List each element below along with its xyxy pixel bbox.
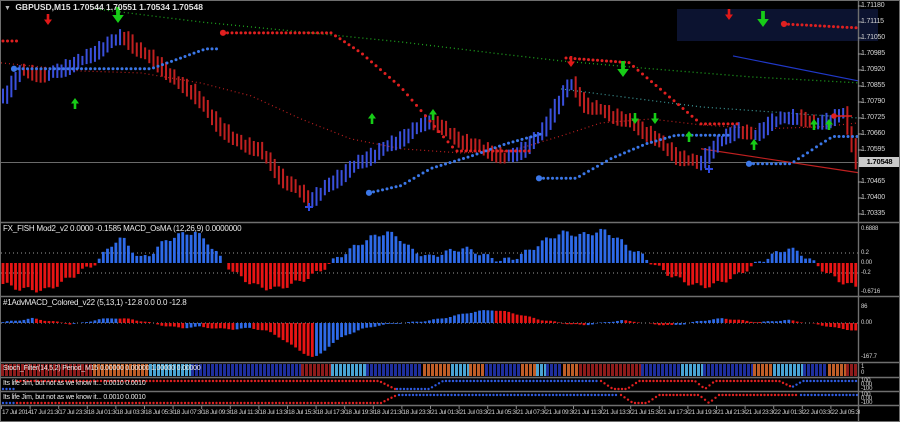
chart-canvas[interactable] xyxy=(1,1,900,422)
mt4-chart-window: ▼ GBPUSD,M15 1.70544 1.70551 1.70534 1.7… xyxy=(0,0,900,422)
